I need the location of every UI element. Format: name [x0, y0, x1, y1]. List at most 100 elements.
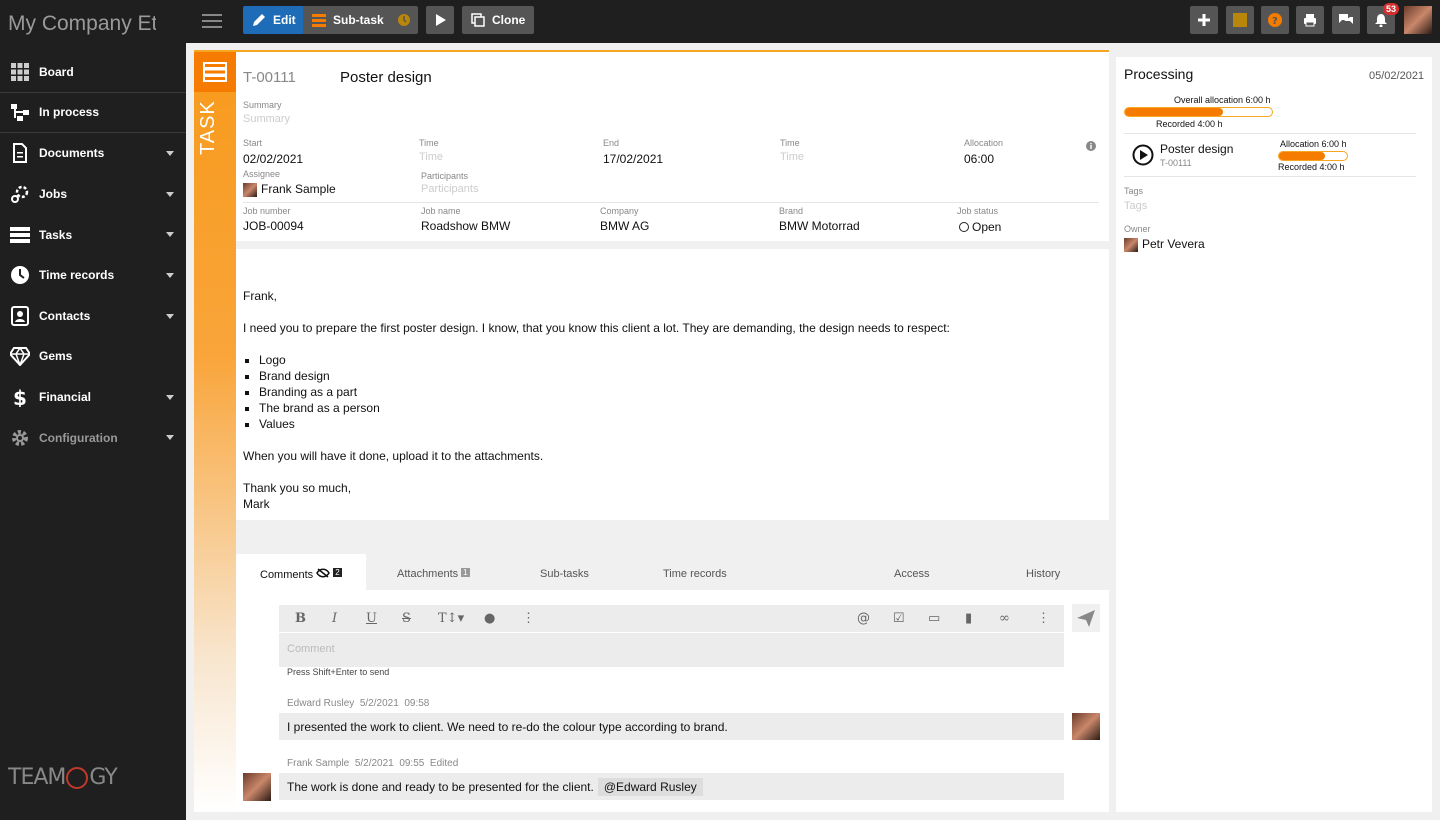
- text-size-icon[interactable]: T↕▾: [438, 611, 464, 626]
- job-status-value: Open: [972, 220, 1002, 234]
- info-icon[interactable]: [1086, 141, 1096, 151]
- end-time-label: Time: [780, 138, 800, 148]
- jobs-icon: [11, 185, 29, 204]
- comment-bubble[interactable]: I presented the work to client. We need …: [279, 713, 1064, 740]
- italic-icon[interactable]: I: [332, 611, 337, 626]
- tab-history[interactable]: History: [1026, 568, 1060, 580]
- flow-icon: [11, 104, 29, 122]
- document-icon: [13, 143, 27, 164]
- task-description: Frank, I need you to prepare the first p…: [243, 288, 950, 512]
- comment-meta: Edward Rusley 5/2/2021 09:58: [287, 698, 429, 709]
- item-recorded: Recorded 4:00 h: [1278, 162, 1345, 172]
- tab-access[interactable]: Access: [894, 568, 929, 580]
- clock-icon: [398, 14, 410, 26]
- overall-allocation: Overall allocation 6:00 h: [1174, 95, 1271, 105]
- tags-label: Tags: [1124, 186, 1144, 196]
- underline-icon[interactable]: U: [366, 611, 377, 626]
- tags-field[interactable]: Tags: [1124, 200, 1147, 212]
- note-button[interactable]: [1226, 6, 1254, 34]
- comment-input[interactable]: Comment: [287, 643, 335, 655]
- sidebar-item-documents[interactable]: Documents: [0, 133, 186, 174]
- chat-button[interactable]: [1332, 6, 1360, 34]
- help-icon: ?: [1268, 13, 1282, 27]
- sidebar-item-gems[interactable]: Gems: [0, 336, 186, 377]
- sidebar-item-jobs[interactable]: Jobs: [0, 174, 186, 215]
- checkbox-icon[interactable]: ☑: [893, 611, 905, 626]
- dollar-icon: $: [13, 387, 27, 407]
- editor-toolbar: B I U S T↕▾ ● ⋮ @ ☑ ▭ ▮ ∞ ⋮: [279, 605, 1064, 633]
- image-icon[interactable]: ▭: [928, 611, 940, 626]
- sidebar-item-time-records[interactable]: Time records: [0, 255, 186, 296]
- assignee[interactable]: Frank Sample: [243, 182, 336, 197]
- owner-avatar: [1124, 237, 1138, 252]
- allocation-label: Allocation: [964, 138, 1004, 148]
- mention-chip[interactable]: @Edward Rusley: [597, 777, 703, 796]
- list-item: Branding as a part: [259, 384, 950, 400]
- tab-subtasks[interactable]: Sub-tasks: [540, 568, 589, 580]
- chevron-down-icon: [166, 151, 174, 157]
- send-icon[interactable]: [1072, 604, 1100, 632]
- more-icon[interactable]: ⋮: [1037, 611, 1050, 626]
- participants-field[interactable]: Participants: [421, 183, 478, 195]
- notifications-button[interactable]: 53: [1367, 3, 1399, 34]
- comment-editor: B I U S T↕▾ ● ⋮ @ ☑ ▭ ▮ ∞ ⋮ Comment: [279, 605, 1064, 667]
- tab-label: Attachments: [397, 568, 459, 580]
- sidebar-item-label: Tasks: [39, 227, 73, 242]
- end-time-field[interactable]: Time: [780, 151, 804, 163]
- sidebar-item-tasks[interactable]: Tasks: [0, 214, 186, 255]
- menu-toggle-icon[interactable]: [200, 10, 224, 32]
- clone-button[interactable]: Clone: [462, 6, 535, 34]
- bold-icon[interactable]: B: [295, 611, 306, 626]
- help-button[interactable]: ?: [1261, 6, 1289, 34]
- desc-paragraph: I need you to prepare the first poster d…: [243, 321, 950, 335]
- owner[interactable]: Petr Vevera: [1124, 237, 1205, 252]
- strikethrough-icon[interactable]: S: [402, 611, 411, 626]
- print-icon: [1304, 14, 1316, 27]
- job-number-label: Job number: [243, 206, 291, 216]
- section-separator: [236, 241, 1109, 249]
- job-name[interactable]: Roadshow BMW: [421, 219, 510, 233]
- start-date[interactable]: 02/02/2021: [243, 152, 303, 166]
- tab-time-records[interactable]: Time records: [663, 568, 727, 580]
- section-separator: [236, 520, 1109, 554]
- panel-date: 05/02/2021: [1369, 70, 1425, 82]
- list-item: Logo: [259, 352, 950, 368]
- print-button[interactable]: [1296, 6, 1324, 34]
- user-avatar[interactable]: [1404, 6, 1432, 34]
- job-number[interactable]: JOB-00094: [243, 219, 304, 233]
- brand[interactable]: BMW Motorrad: [779, 219, 860, 233]
- attachments-count-badge: 1: [461, 568, 470, 577]
- gem-icon: [10, 347, 30, 367]
- play-circle-icon[interactable]: [1132, 144, 1154, 166]
- sidebar-item-configuration[interactable]: Configuration: [0, 417, 186, 458]
- commenter-avatar: [243, 773, 271, 801]
- add-button[interactable]: [1190, 6, 1218, 34]
- sidebar-item-in-process[interactable]: In process: [0, 93, 186, 134]
- start-time-field[interactable]: Time: [419, 151, 443, 163]
- file-icon[interactable]: ▮: [965, 611, 972, 626]
- task-title[interactable]: Poster design: [340, 69, 432, 86]
- color-drop-icon[interactable]: ●: [484, 611, 495, 626]
- sidebar: My Company Et Board In process Documents…: [0, 0, 186, 820]
- processing-item-title[interactable]: Poster design: [1160, 142, 1233, 156]
- comment-edited: Edited: [429, 758, 459, 769]
- tab-comments[interactable]: Comments 2: [236, 554, 366, 590]
- tab-attachments[interactable]: Attachments 1: [397, 568, 470, 580]
- subtask-button[interactable]: Sub-task: [303, 6, 393, 34]
- mention-icon[interactable]: @: [857, 611, 870, 626]
- comment-text: The work is done and ready to be present…: [287, 779, 594, 794]
- link-icon[interactable]: ∞: [999, 611, 1010, 626]
- sidebar-item-contacts[interactable]: Contacts: [0, 296, 186, 337]
- allocation-value[interactable]: 06:00: [964, 152, 994, 166]
- comment-bubble[interactable]: The work is done and ready to be present…: [279, 773, 1064, 800]
- sidebar-item-financial[interactable]: $ Financial: [0, 377, 186, 418]
- play-button[interactable]: [426, 6, 454, 34]
- company[interactable]: BMW AG: [600, 219, 649, 233]
- clock-button[interactable]: [390, 6, 418, 34]
- sidebar-item-board[interactable]: Board: [0, 52, 186, 93]
- edit-button[interactable]: Edit: [243, 6, 305, 34]
- summary-field[interactable]: Summary: [243, 113, 290, 125]
- end-date[interactable]: 17/02/2021: [603, 152, 663, 166]
- job-status[interactable]: Open: [959, 220, 1001, 234]
- more-icon[interactable]: ⋮: [522, 611, 535, 626]
